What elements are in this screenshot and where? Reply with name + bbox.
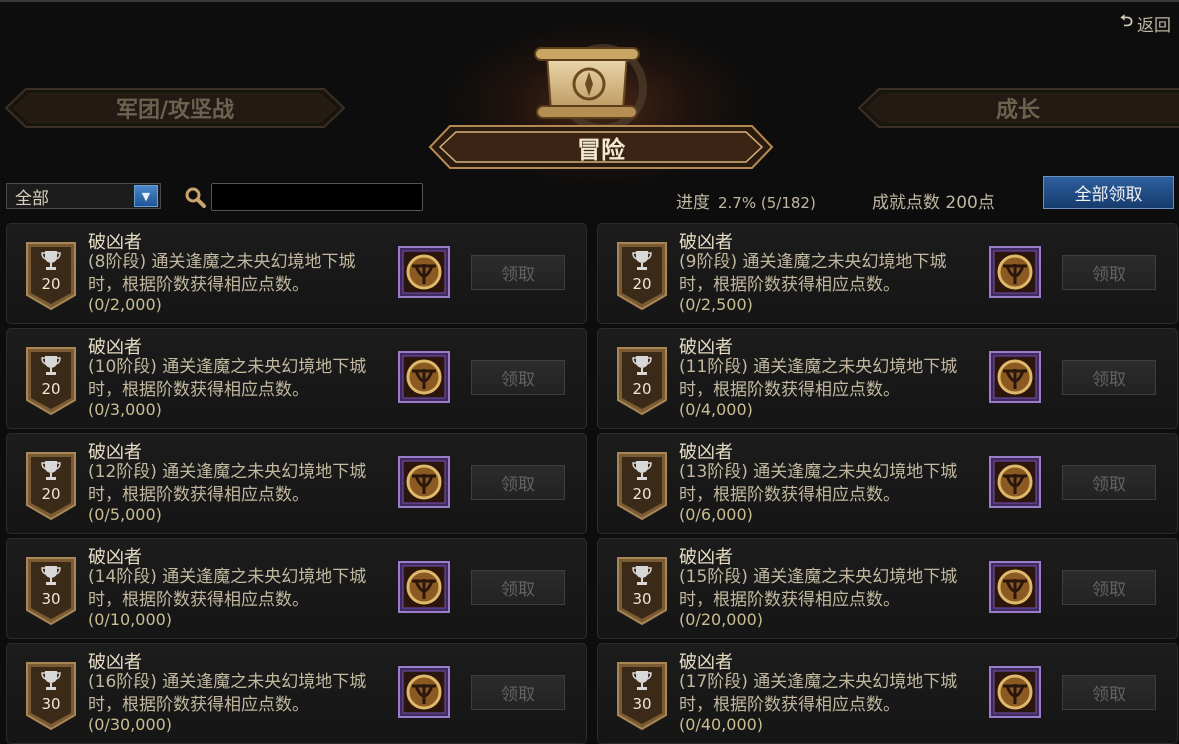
tab-legion-siege-label: 军团/攻坚战	[115, 97, 235, 123]
achievement-description: (10阶段) 通关逢魔之未央幻境地下城时，根据阶数获得相应点数。	[88, 357, 367, 400]
category-select[interactable]: 全部 ▼	[6, 183, 161, 209]
achievement-card: 20 破凶者 (8阶段) 通关逢魔之未央幻境地下城时，根据阶数获得相应点数。 (…	[6, 223, 587, 324]
achievement-progress: (0/20,000)	[679, 610, 764, 629]
achievement-description: (15阶段) 通关逢魔之未央幻境地下城时，根据阶数获得相应点数。	[679, 567, 958, 610]
achievement-emblem-icon[interactable]	[398, 666, 450, 718]
points-value: 30	[632, 590, 652, 608]
points-value: 30	[41, 695, 61, 713]
claim-button[interactable]: 领取	[471, 465, 565, 500]
claim-button[interactable]: 领取	[1062, 570, 1156, 605]
achievement-emblem-icon[interactable]	[398, 456, 450, 508]
achievement-emblem-icon[interactable]	[989, 456, 1041, 508]
claim-button[interactable]: 领取	[1062, 360, 1156, 395]
return-arrow-icon: ⮌	[1120, 11, 1133, 30]
achievement-progress: (0/30,000)	[88, 715, 173, 734]
chevron-down-icon[interactable]: ▼	[134, 185, 158, 207]
search-icon[interactable]	[184, 186, 206, 208]
achievement-progress: (0/4,000)	[679, 400, 753, 419]
achievement-description: (11阶段) 通关逢魔之未央幻境地下城时，根据阶数获得相应点数。	[679, 357, 958, 400]
claim-button[interactable]: 领取	[1062, 675, 1156, 710]
progress-readout: 进度 2.7% (5/182)	[676, 188, 816, 213]
achievement-card: 20 破凶者 (9阶段) 通关逢魔之未央幻境地下城时，根据阶数获得相应点数。 (…	[597, 223, 1178, 324]
trophy-icon	[632, 671, 652, 690]
achievement-emblem-icon[interactable]	[398, 561, 450, 613]
tab-legion-siege[interactable]: 军团/攻坚战	[4, 88, 346, 128]
progress-label: 进度	[676, 193, 710, 213]
top-border	[0, 0, 1179, 2]
points-value: 20	[41, 380, 61, 398]
claim-button[interactable]: 领取	[471, 570, 565, 605]
trophy-icon	[632, 461, 652, 480]
achievement-description: (17阶段) 通关逢魔之未央幻境地下城时，根据阶数获得相应点数。	[679, 672, 958, 715]
points-value: 30	[632, 695, 652, 713]
achievement-description: (8阶段) 通关逢魔之未央幻境地下城时，根据阶数获得相应点数。	[88, 252, 356, 295]
claim-button[interactable]: 领取	[1062, 255, 1156, 290]
achievement-description: (13阶段) 通关逢魔之未央幻境地下城时，根据阶数获得相应点数。	[679, 462, 958, 505]
achievement-progress: (0/10,000)	[88, 610, 173, 629]
achievement-progress: (0/2,500)	[679, 295, 753, 314]
achievement-card: 30 破凶者 (15阶段) 通关逢魔之未央幻境地下城时，根据阶数获得相应点数。 …	[597, 538, 1178, 639]
back-button[interactable]: ⮌ 返回	[1120, 10, 1171, 37]
tab-adventure-label: 冒险	[577, 134, 625, 164]
achievement-description: (14阶段) 通关逢魔之未央幻境地下城时，根据阶数获得相应点数。	[88, 567, 367, 610]
trophy-icon	[41, 671, 61, 690]
scroll-compass-icon	[534, 44, 647, 128]
achievement-card: 20 破凶者 (11阶段) 通关逢魔之未央幻境地下城时，根据阶数获得相应点数。 …	[597, 328, 1178, 429]
achievement-emblem-icon[interactable]	[989, 666, 1041, 718]
claim-button[interactable]: 领取	[471, 675, 565, 710]
trophy-icon	[632, 251, 652, 270]
trophy-icon	[41, 566, 61, 585]
achievement-description: (12阶段) 通关逢魔之未央幻境地下城时，根据阶数获得相应点数。	[88, 462, 367, 505]
points-value: 30	[41, 590, 61, 608]
achievement-card: 20 破凶者 (10阶段) 通关逢魔之未央幻境地下城时，根据阶数获得相应点数。 …	[6, 328, 587, 429]
achievement-points: 成就点数 200点	[872, 193, 995, 213]
trophy-icon	[41, 461, 61, 480]
achievement-card: 20 破凶者 (12阶段) 通关逢魔之未央幻境地下城时，根据阶数获得相应点数。 …	[6, 433, 587, 534]
achievement-emblem-icon[interactable]	[989, 246, 1041, 298]
achievement-card: 30 破凶者 (14阶段) 通关逢魔之未央幻境地下城时，根据阶数获得相应点数。 …	[6, 538, 587, 639]
achievement-emblem-icon[interactable]	[398, 351, 450, 403]
achievement-description: (9阶段) 通关逢魔之未央幻境地下城时，根据阶数获得相应点数。	[679, 252, 947, 295]
search-input[interactable]	[211, 183, 423, 211]
achievement-emblem-icon[interactable]	[989, 351, 1041, 403]
achievement-progress: (0/6,000)	[679, 505, 753, 524]
achievement-emblem-icon[interactable]	[989, 561, 1041, 613]
points-value: 20	[632, 275, 652, 293]
points-value: 20	[41, 275, 61, 293]
tab-adventure[interactable]: 冒险	[428, 122, 774, 172]
achievement-emblem-icon[interactable]	[398, 246, 450, 298]
progress-value: 2.7% (5/182)	[718, 194, 816, 212]
claim-button[interactable]: 领取	[471, 360, 565, 395]
achievement-progress: (0/40,000)	[679, 715, 764, 734]
points-value: 20	[41, 485, 61, 503]
achievement-progress: (0/2,000)	[88, 295, 162, 314]
achievement-progress: (0/3,000)	[88, 400, 162, 419]
trophy-icon	[41, 251, 61, 270]
back-label: 返回	[1137, 16, 1171, 36]
claim-button[interactable]: 领取	[1062, 465, 1156, 500]
tab-growth-label: 成长	[995, 97, 1040, 123]
claim-all-button[interactable]: 全部领取	[1043, 176, 1174, 209]
tab-growth[interactable]: 成长	[857, 88, 1179, 128]
claim-button[interactable]: 领取	[471, 255, 565, 290]
achievement-progress: (0/5,000)	[88, 505, 162, 524]
trophy-icon	[41, 356, 61, 375]
achievement-card: 20 破凶者 (13阶段) 通关逢魔之未央幻境地下城时，根据阶数获得相应点数。 …	[597, 433, 1178, 534]
trophy-icon	[632, 566, 652, 585]
points-value: 20	[632, 485, 652, 503]
points-value: 20	[632, 380, 652, 398]
trophy-icon	[632, 356, 652, 375]
achievement-description: (16阶段) 通关逢魔之未央幻境地下城时，根据阶数获得相应点数。	[88, 672, 367, 715]
category-select-value: 全部	[15, 188, 49, 209]
